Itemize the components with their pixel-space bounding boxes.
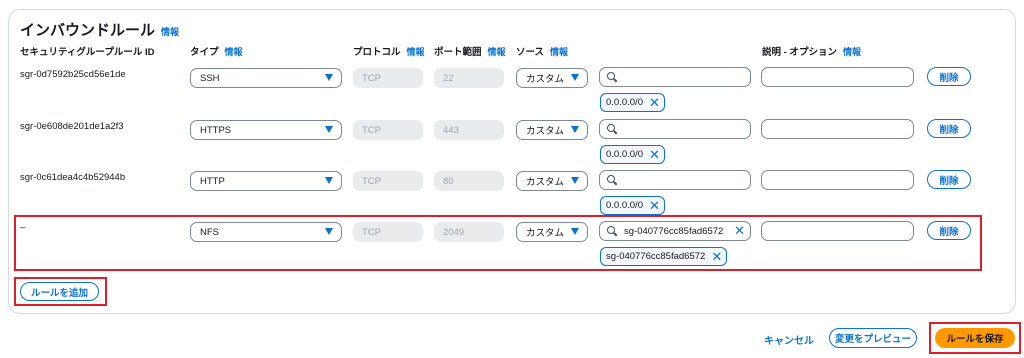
column-header-port-label: ポート範囲	[434, 47, 482, 58]
source-type-select[interactable]: カスタム	[516, 171, 588, 191]
source-type-select[interactable]: カスタム	[516, 120, 588, 140]
type-select-value: HTTPS	[200, 124, 232, 136]
source-token: 0.0.0.0/0 ✕	[600, 93, 665, 112]
column-header-type: タイプ 情報	[190, 44, 243, 58]
caret-down-icon	[571, 177, 579, 184]
source-search-input[interactable]	[599, 67, 751, 87]
column-header-source: ソース 情報	[516, 44, 568, 58]
protocol-info-link[interactable]: 情報	[407, 47, 425, 57]
caret-down-icon	[325, 177, 333, 184]
column-header-protocol: プロトコル 情報	[353, 44, 425, 58]
source-search-input[interactable]	[599, 170, 751, 190]
section-info-link[interactable]: 情報	[161, 27, 179, 37]
cancel-button[interactable]: キャンセル	[764, 332, 814, 347]
column-header-source-label: ソース	[516, 47, 545, 58]
source-info-link[interactable]: 情報	[550, 47, 568, 57]
rule-id: sgr-0e608de201de1a2f3	[20, 121, 124, 132]
preview-changes-button[interactable]: 変更をプレビュー	[829, 328, 917, 348]
save-rules-button[interactable]: ルールを保存	[935, 328, 1015, 348]
caret-down-icon	[571, 74, 579, 81]
type-info-link[interactable]: 情報	[225, 47, 243, 57]
type-select[interactable]: HTTPS	[190, 120, 342, 140]
section-title: インバウンドルール 情報	[20, 19, 179, 40]
source-type-value: カスタム	[526, 177, 565, 188]
highlight-box-nfs-rule	[14, 215, 982, 271]
source-token-label: 0.0.0.0/0	[606, 97, 643, 108]
caret-down-icon	[571, 126, 579, 133]
delete-rule-button[interactable]: 削除	[927, 170, 971, 189]
type-select[interactable]: SSH	[190, 68, 342, 88]
protocol-field: TCP	[353, 120, 423, 140]
column-header-port-range: ポート範囲 情報	[434, 44, 506, 58]
rule-id: sgr-0c61dea4c4b52944b	[20, 172, 126, 183]
type-select-value: SSH	[200, 72, 220, 84]
type-select-value: HTTP	[200, 175, 225, 187]
description-input[interactable]	[761, 170, 914, 190]
type-select[interactable]: HTTP	[190, 171, 342, 191]
source-type-select[interactable]: カスタム	[516, 68, 588, 88]
description-info-link[interactable]: 情報	[843, 47, 861, 57]
port-range-field: 22	[434, 68, 504, 88]
close-icon[interactable]: ✕	[649, 198, 660, 213]
port-info-link[interactable]: 情報	[488, 47, 506, 57]
source-type-value: カスタム	[526, 74, 565, 85]
column-header-description: 説明 - オプション 情報	[762, 44, 861, 58]
rule-id: sgr-0d7592b25cd56e1de	[20, 69, 126, 80]
source-search-input[interactable]	[599, 119, 751, 139]
source-token-label: 0.0.0.0/0	[606, 149, 643, 160]
column-header-type-label: タイプ	[190, 47, 219, 58]
source-token: 0.0.0.0/0 ✕	[600, 196, 665, 215]
source-token: 0.0.0.0/0 ✕	[600, 145, 665, 164]
port-range-field: 443	[434, 120, 504, 140]
add-rule-button[interactable]: ルールを追加	[20, 282, 99, 301]
close-icon[interactable]: ✕	[649, 95, 660, 110]
protocol-field: TCP	[353, 171, 423, 191]
caret-down-icon	[325, 126, 333, 133]
column-header-rule-id: セキュリティグループルール ID	[20, 47, 155, 58]
description-input[interactable]	[761, 119, 914, 139]
source-token-label: 0.0.0.0/0	[606, 200, 643, 211]
column-header-protocol-label: プロトコル	[353, 47, 401, 58]
search-icon	[607, 71, 618, 83]
search-icon	[607, 174, 618, 186]
close-icon[interactable]: ✕	[649, 147, 660, 162]
caret-down-icon	[325, 74, 333, 81]
delete-rule-button[interactable]: 削除	[927, 119, 971, 138]
protocol-field: TCP	[353, 68, 423, 88]
port-range-field: 80	[434, 171, 504, 191]
delete-rule-button[interactable]: 削除	[927, 67, 971, 86]
source-type-value: カスタム	[526, 126, 565, 137]
description-input[interactable]	[761, 67, 914, 87]
section-title-text: インバウンドルール	[20, 22, 156, 39]
column-header-description-label: 説明 - オプション	[762, 47, 837, 58]
search-icon	[607, 123, 618, 135]
